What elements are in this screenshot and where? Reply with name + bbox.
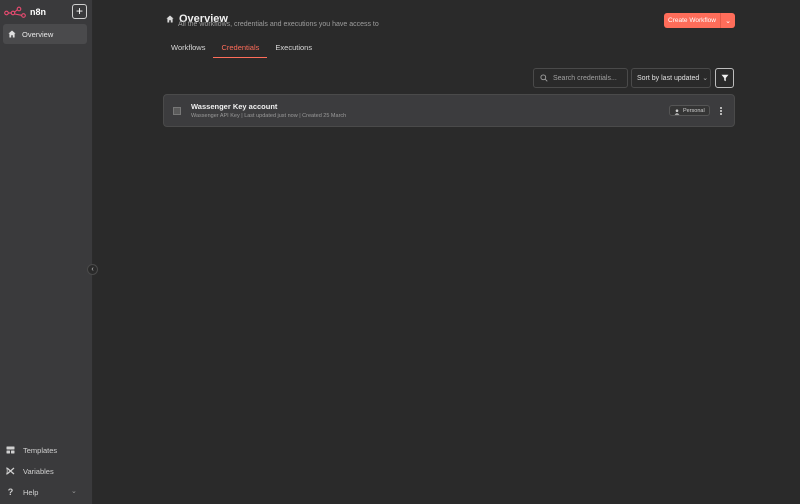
- sort-select[interactable]: Sort by last updated ⌄: [631, 68, 711, 88]
- tab-credentials[interactable]: Credentials: [213, 40, 268, 58]
- add-button[interactable]: +: [72, 4, 87, 19]
- more-options-icon[interactable]: [717, 104, 725, 118]
- credential-name: Wassenger Key account: [191, 102, 278, 111]
- sidebar-item-templates[interactable]: Templates: [6, 443, 57, 457]
- create-workflow-button[interactable]: Create Workflow ⌄: [664, 13, 735, 28]
- chevron-down-icon[interactable]: ⌄: [721, 13, 735, 28]
- home-icon: [166, 10, 174, 28]
- sidebar-item-help[interactable]: ? Help: [6, 485, 39, 499]
- credential-meta: Wassenger API Key | Last updated just no…: [191, 113, 347, 119]
- app-logo[interactable]: n8n: [4, 4, 46, 20]
- sidebar-item-variables[interactable]: Variables: [6, 464, 54, 478]
- app-name: n8n: [30, 7, 47, 17]
- sidebar: n8n + Overview Templates Variables ? Hel…: [0, 0, 93, 504]
- sort-value: Sort by last updated: [637, 74, 700, 82]
- templates-icon: [6, 446, 15, 454]
- sidebar-item-label: Help: [23, 487, 39, 497]
- main-content: Overview All the workflows, credentials …: [93, 0, 800, 504]
- chevron-down-icon: ⌄: [702, 75, 709, 82]
- filter-button[interactable]: [715, 68, 734, 88]
- page-subtitle: All the workflows, credentials and execu…: [178, 21, 379, 28]
- sidebar-item-label: Overview: [22, 29, 54, 39]
- search-icon: [540, 69, 548, 87]
- home-icon: [8, 30, 16, 38]
- variables-icon: [6, 467, 15, 475]
- tab-bar: Workflows Credentials Executions: [163, 40, 320, 58]
- tab-executions[interactable]: Executions: [267, 40, 320, 58]
- chevron-down-icon[interactable]: ⌄: [71, 487, 77, 495]
- user-icon: [674, 102, 680, 120]
- ownership-badge: Personal: [669, 105, 710, 116]
- badge-label: Personal: [683, 107, 705, 114]
- help-icon: ?: [7, 487, 14, 497]
- create-workflow-label[interactable]: Create Workflow: [664, 13, 721, 28]
- sidebar-item-overview[interactable]: Overview: [3, 24, 87, 44]
- search-input[interactable]: Search credentials...: [533, 68, 628, 88]
- search-placeholder: Search credentials...: [553, 74, 617, 82]
- n8n-logo-icon: [4, 6, 26, 18]
- tab-workflows[interactable]: Workflows: [163, 40, 213, 58]
- sidebar-item-label: Variables: [23, 466, 54, 476]
- credential-image-icon: [173, 107, 181, 115]
- credential-card[interactable]: Wassenger Key account Wassenger API Key …: [163, 94, 735, 127]
- sidebar-item-label: Templates: [23, 445, 58, 455]
- filter-icon: [721, 74, 728, 82]
